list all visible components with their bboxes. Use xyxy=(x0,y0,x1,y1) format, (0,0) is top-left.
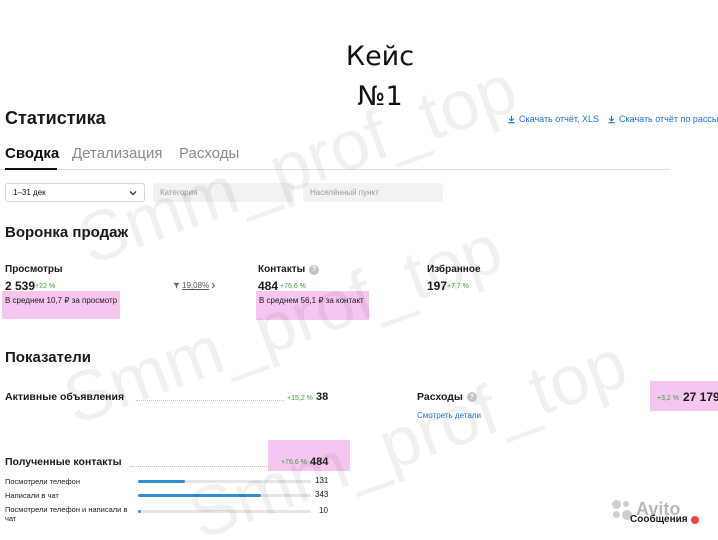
favorites-change: +7,7 % xyxy=(447,283,469,290)
funnel-title: Воронка продаж xyxy=(5,224,129,241)
contacts-label: Контакты xyxy=(258,264,306,275)
active-ads-change: +15,2 % xyxy=(287,395,313,402)
download-icon xyxy=(508,115,515,123)
tab-detail[interactable]: Детализация xyxy=(72,145,163,162)
period-select[interactable]: 1–31 дек xyxy=(5,183,145,202)
category-input[interactable]: Категория xyxy=(153,183,294,202)
watermark-text: Smm_prof_top xyxy=(53,209,511,439)
conversion-value: 19,08% xyxy=(182,281,210,290)
conversion-link[interactable]: 19,08% xyxy=(173,281,216,290)
expenses-label-row: Расходы ? xyxy=(417,391,477,403)
chat-messages-value: 343 xyxy=(315,490,329,499)
phone-views-bar xyxy=(138,480,311,483)
case-title-line2: №1 xyxy=(357,81,403,112)
active-tab-indicator xyxy=(5,168,57,170)
expenses-value: 27 179, xyxy=(683,390,718,404)
received-contacts-label: Полученные контакты xyxy=(5,456,122,468)
dotted-leader xyxy=(131,466,277,467)
metrics-title: Показатели xyxy=(5,349,92,366)
received-contacts-value: 484 xyxy=(310,456,329,468)
favorites-label: Избранное xyxy=(427,264,481,275)
messages-label: Сообщения xyxy=(630,514,688,525)
contacts-label-row: Контакты ? xyxy=(258,264,320,275)
received-contacts-change: +76,6 % xyxy=(281,459,307,466)
watermark-text: Smm_prof_top xyxy=(178,324,636,540)
city-input[interactable]: Населённый пункт xyxy=(303,183,443,202)
expenses-details-link[interactable]: Смотреть детали xyxy=(417,411,481,420)
dotted-leader xyxy=(136,400,284,401)
contacts-change: +76,6 % xyxy=(280,283,306,290)
expenses-change: +3,2 % xyxy=(657,395,679,402)
download-mail-report-link[interactable]: Скачать отчёт по рассылкам xyxy=(607,114,718,124)
chat-messages-bar-fill xyxy=(138,494,261,497)
download-icon xyxy=(608,115,615,123)
chat-messages-bar xyxy=(138,494,311,497)
download-mail-label: Скачать отчёт по рассылкам xyxy=(619,114,718,124)
phone-views-bar-fill xyxy=(138,480,185,483)
active-ads-label: Активные объявления xyxy=(5,391,125,403)
download-xls-link[interactable]: Скачать отчёт, XLS xyxy=(507,114,599,124)
phone-and-chat-value: 10 xyxy=(319,506,328,515)
views-change: +22 % xyxy=(35,283,56,290)
category-placeholder: Категория xyxy=(160,188,198,197)
tab-summary[interactable]: Сводка xyxy=(5,145,59,162)
contacts-average: В среднем 56,1 ₽ за контакт xyxy=(259,296,364,305)
case-title-line1: Кейс xyxy=(345,41,415,72)
avito-logo-icon xyxy=(612,499,632,520)
chevron-right-icon xyxy=(211,282,216,289)
views-label: Просмотры xyxy=(5,264,63,275)
tab-expenses[interactable]: Расходы xyxy=(179,145,239,162)
phone-and-chat-label: Посмотрели телефон и написали в чат xyxy=(5,505,128,523)
received-contacts-highlight xyxy=(268,440,350,471)
help-icon[interactable]: ? xyxy=(309,264,320,275)
notification-dot-icon xyxy=(690,515,699,524)
phone-and-chat-bar xyxy=(138,510,311,513)
page-title: Статистика xyxy=(5,108,106,128)
phone-views-label: Посмотрели телефон xyxy=(5,477,80,486)
active-ads-value: 38 xyxy=(316,391,329,403)
funnel-icon xyxy=(173,282,180,289)
views-average: В среднем 10,7 ₽ за просмотр xyxy=(5,296,118,305)
period-value: 1–31 дек xyxy=(13,188,46,197)
chevron-down-icon xyxy=(129,190,137,195)
phone-and-chat-bar-fill xyxy=(138,510,142,513)
expenses-label: Расходы xyxy=(417,391,463,403)
tabs-divider xyxy=(0,169,670,170)
messages-button[interactable]: Сообщения xyxy=(630,514,699,525)
help-icon[interactable]: ? xyxy=(466,392,477,402)
city-placeholder: Населённый пункт xyxy=(310,188,379,197)
phone-views-value: 131 xyxy=(315,476,329,485)
favorites-value: 197 xyxy=(427,279,448,293)
chat-messages-label: Написали в чат xyxy=(5,491,59,500)
download-xls-label: Скачать отчёт, XLS xyxy=(519,114,600,124)
